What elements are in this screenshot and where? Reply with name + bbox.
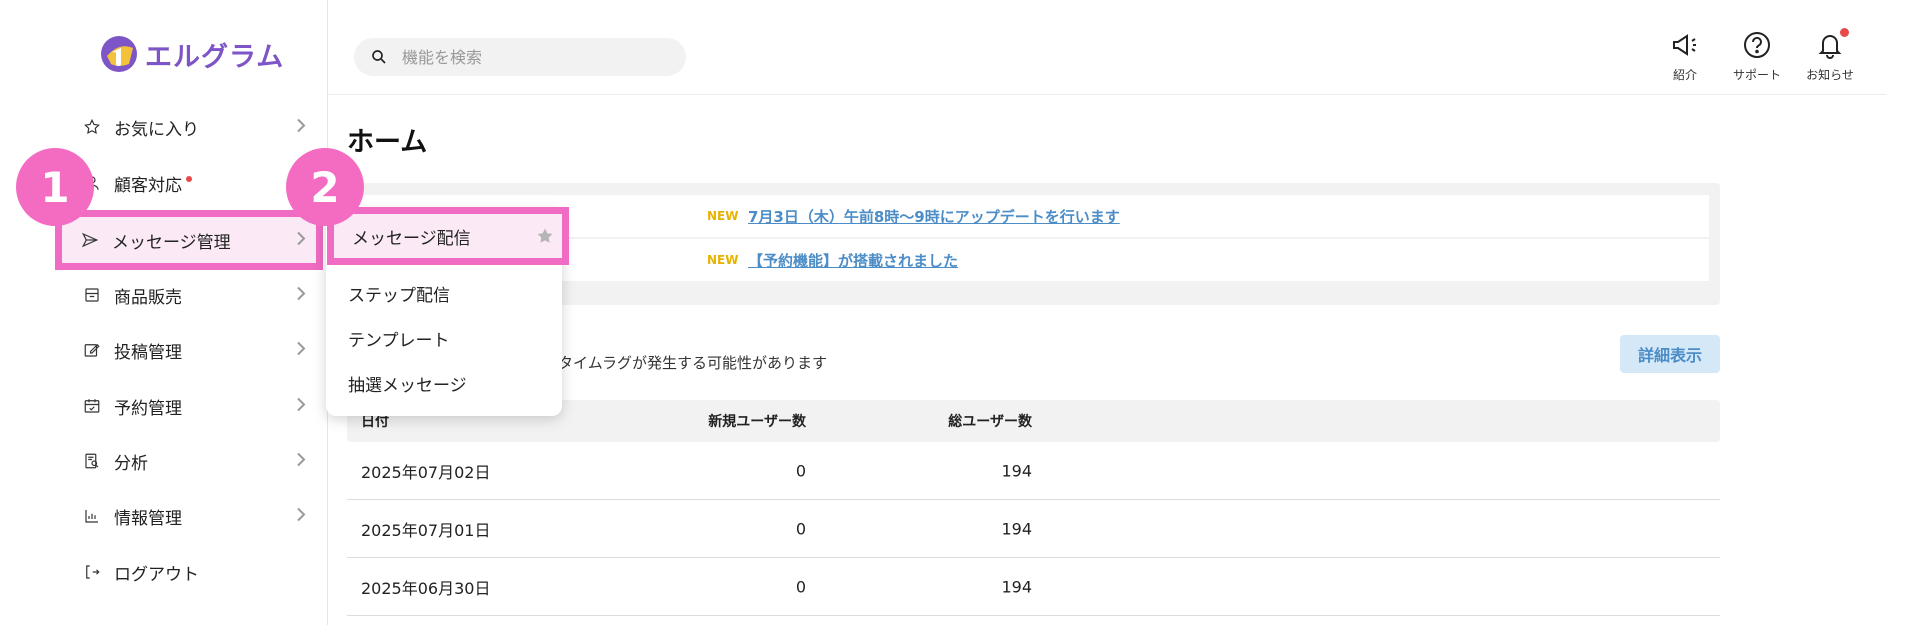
sidebar-item-label: 予約管理: [114, 398, 182, 419]
chevron-right-icon: [296, 231, 306, 250]
cell-date: 2025年07月01日: [361, 520, 491, 540]
new-badge: NEW: [707, 253, 739, 267]
report-search-icon: [82, 451, 102, 471]
chevron-right-icon: [296, 507, 306, 526]
submenu-item-message-delivery[interactable]: メッセージ配信: [327, 207, 569, 265]
page-title: ホーム: [347, 127, 428, 158]
header-new-users: 新規ユーザー数: [708, 414, 806, 430]
message-submenu: メッセージ配信 ステップ配信 テンプレート 抽選メッセージ: [326, 207, 569, 416]
sidebar-item-information-management[interactable]: 情報管理: [60, 492, 320, 540]
sidebar-item-reservation-management[interactable]: 予約管理: [60, 382, 320, 430]
cell-new-users: 0: [795, 461, 806, 480]
submenu-item-label: テンプレート: [348, 331, 450, 351]
app-logo[interactable]: エルグラム: [99, 34, 284, 74]
search-icon: [372, 50, 386, 64]
search-bar[interactable]: [354, 38, 686, 76]
help-circle-icon: [1744, 32, 1770, 58]
edit-icon: [82, 340, 102, 360]
sidebar-item-logout[interactable]: ログアウト: [60, 548, 320, 596]
search-input[interactable]: [402, 47, 662, 67]
step-badge-1: 1: [16, 148, 94, 226]
news-link[interactable]: 7月3日（木）午前8時〜9時にアップデートを行います: [748, 206, 1120, 227]
support-button[interactable]: サポート: [1722, 30, 1792, 83]
star-icon[interactable]: [536, 227, 554, 245]
chevron-right-icon: [296, 286, 306, 305]
intro-label: 紹介: [1672, 68, 1697, 82]
news-link[interactable]: 【予約機能】が搭載されました: [748, 250, 958, 271]
detail-button[interactable]: 詳細表示: [1620, 335, 1720, 373]
sidebar: エルグラム お気に入り 顧客対応 メッセージ管理 商品販売 投稿管理 予約管理 …: [0, 0, 328, 625]
stats-note: 値とタイムラグが発生する可能性があります: [528, 354, 827, 372]
chevron-right-icon: [296, 397, 306, 416]
logout-icon: [82, 562, 102, 582]
sidebar-item-product-sales[interactable]: 商品販売: [60, 271, 320, 319]
sidebar-item-label: 商品販売: [114, 287, 182, 308]
submenu-item-label: メッセージ配信: [352, 228, 471, 249]
chevron-right-icon: [296, 118, 306, 137]
sidebar-item-label: 情報管理: [114, 508, 182, 529]
sidebar-item-post-management[interactable]: 投稿管理: [60, 326, 320, 374]
submenu-item-label: ステップ配信: [348, 286, 450, 306]
megaphone-icon: [1673, 34, 1696, 56]
sidebar-item-label: メッセージ管理: [112, 232, 231, 253]
cell-date: 2025年07月02日: [361, 462, 491, 482]
intro-button[interactable]: 紹介: [1650, 30, 1720, 83]
sidebar-item-label: 分析: [114, 453, 148, 474]
cell-total-users: 194: [1001, 461, 1032, 480]
submenu-item-label: 抽選メッセージ: [348, 376, 467, 396]
alert-dot: [186, 176, 192, 182]
new-badge: NEW: [707, 209, 739, 223]
sidebar-item-label: 顧客対応: [114, 175, 182, 196]
sidebar-item-label: お気に入り: [114, 119, 199, 140]
cell-total-users: 194: [1001, 577, 1032, 596]
chevron-right-icon: [296, 341, 306, 360]
support-label: サポート: [1732, 68, 1781, 82]
table-row: 2025年07月01日 0 194: [347, 500, 1720, 558]
submenu-item-lottery-message[interactable]: 抽選メッセージ: [326, 361, 562, 406]
step-badge-2: 2: [286, 148, 364, 226]
bar-chart-icon: [82, 506, 102, 526]
notifications-label: お知らせ: [1806, 68, 1854, 82]
sidebar-item-message-management[interactable]: メッセージ管理: [55, 210, 323, 270]
cell-total-users: 194: [1001, 519, 1032, 538]
notifications-button[interactable]: お知らせ: [1795, 28, 1865, 83]
sidebar-item-label: 投稿管理: [114, 342, 182, 363]
submenu-item-template[interactable]: テンプレート: [326, 316, 562, 361]
app-name: エルグラム: [145, 41, 285, 73]
sidebar-item-customer-support[interactable]: 顧客対応: [60, 159, 320, 207]
table-row: 2025年06月30日 0 194: [347, 558, 1720, 616]
sidebar-item-label: ログアウト: [114, 564, 199, 585]
top-bar: 紹介 サポート お知らせ: [328, 0, 1886, 95]
sidebar-item-favorites[interactable]: お気に入り: [60, 103, 320, 151]
send-icon: [80, 230, 100, 250]
cell-new-users: 0: [795, 577, 806, 596]
notification-dot: [1840, 28, 1849, 37]
cell-new-users: 0: [795, 519, 806, 538]
sidebar-item-analytics[interactable]: 分析: [60, 437, 320, 485]
submenu-item-step-delivery[interactable]: ステップ配信: [326, 271, 562, 316]
logo-icon: [101, 36, 137, 72]
cell-date: 2025年06月30日: [361, 578, 491, 598]
store-icon: [82, 285, 102, 305]
table-row: 2025年07月02日 0 194: [347, 442, 1720, 500]
chevron-right-icon: [296, 452, 306, 471]
calendar-icon: [82, 396, 102, 416]
star-outline-icon: [82, 117, 102, 137]
header-total-users: 総ユーザー数: [948, 414, 1032, 430]
stats-table: 日付 新規ユーザー数 総ユーザー数 2025年07月02日 0 194 2025…: [347, 400, 1720, 616]
